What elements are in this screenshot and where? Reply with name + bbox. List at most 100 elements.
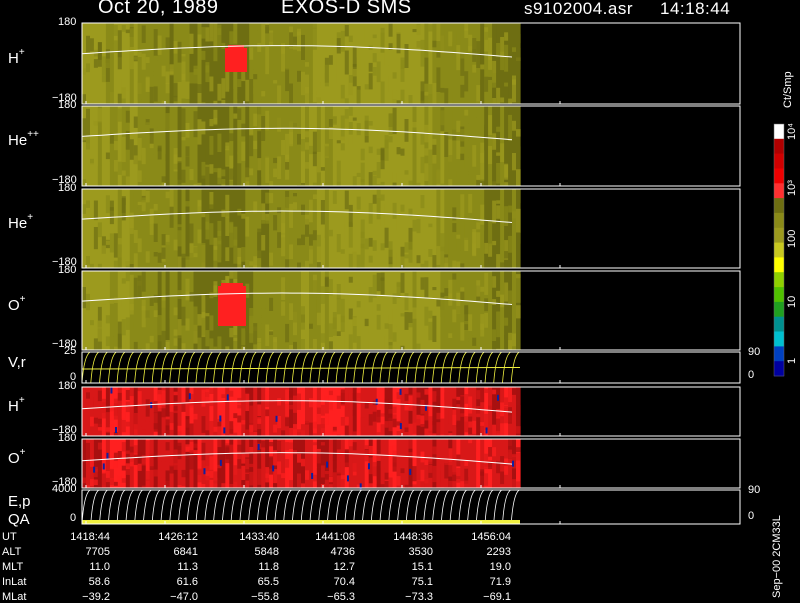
spectrogram-patch: [241, 228, 246, 248]
spectrogram-patch: [170, 207, 175, 228]
spectrogram-patch: [405, 242, 410, 252]
spectrogram-patch: [166, 442, 171, 450]
spectrogram-patch: [301, 72, 306, 95]
spectrogram-patch: [405, 428, 410, 433]
spectrogram-patch: [413, 257, 418, 263]
spectrogram-patch: [182, 457, 187, 462]
spectrogram-patch: [341, 31, 346, 52]
spectrogram-patch: [261, 91, 266, 96]
spectrogram-patch: [428, 416, 433, 432]
spectrogram-patch: [281, 302, 286, 316]
y-top-label: 180: [58, 99, 76, 111]
spectrogram-patch: [472, 412, 477, 417]
spectrogram-patch: [317, 152, 322, 173]
spectrogram-patch: [329, 323, 334, 337]
spectrogram-patch: [138, 406, 143, 410]
spectrogram-patch: [146, 122, 151, 149]
spectrogram-patch: [130, 139, 135, 160]
spectrogram-patch: [452, 261, 457, 268]
spectrogram-patch: [94, 480, 99, 486]
spectrogram-patch: [174, 225, 179, 235]
spectrogram-patch: [182, 108, 187, 130]
spectrogram-patch: [209, 456, 214, 470]
spectrogram-patch: [190, 405, 195, 420]
ephemeris-row-label: InLat: [2, 576, 26, 588]
spectrogram-patch: [349, 205, 354, 227]
spectrogram-patch: [361, 396, 366, 402]
spectrogram-patch: [277, 85, 282, 104]
spectrogram-patch: [297, 216, 302, 231]
spectrogram-patch: [488, 343, 493, 350]
spectrogram-patch: [496, 88, 501, 104]
spectrogram-column: [186, 106, 191, 186]
right-bottom-label: 0: [748, 369, 754, 381]
spectrogram-patch: [337, 38, 342, 53]
panel-label-text: He: [8, 215, 27, 232]
spectrogram-patch: [365, 116, 370, 136]
spectrogram-patch: [413, 466, 418, 481]
spectrogram-patch: [345, 449, 350, 462]
spectrogram-patch: [361, 149, 366, 161]
spectrogram-patch: [285, 402, 290, 417]
spectrogram-patch: [432, 466, 437, 482]
spectrogram-patch: [198, 423, 203, 430]
spectrogram-column: [138, 439, 143, 488]
panel-5-image: [82, 387, 521, 436]
spectrogram-patch: [444, 257, 449, 268]
panel-label-text: V,r: [8, 354, 26, 371]
spectrogram-patch: [190, 292, 195, 302]
spectrogram-patch: [281, 329, 286, 350]
spectrogram-patch: [313, 194, 318, 199]
spectrogram-patch: [512, 80, 517, 103]
colorbar-segment: [774, 169, 784, 184]
spectrogram-patch: [205, 214, 210, 240]
spectrogram-patch: [436, 300, 441, 307]
spectrogram-patch: [285, 324, 290, 342]
spectrogram-patch: [174, 406, 179, 411]
spectrogram-patch: [472, 338, 477, 346]
spectrogram-patch: [369, 172, 374, 186]
spectrogram-patch: [118, 322, 123, 348]
spectrogram-patch: [237, 257, 242, 268]
spectrogram-patch: [500, 472, 505, 485]
spectrogram-patch: [500, 295, 505, 308]
spectrogram-patch: [162, 301, 167, 319]
spectrogram-patch: [468, 174, 473, 186]
spectrogram-patch: [305, 392, 310, 400]
spectrogram-patch: [118, 476, 123, 482]
spectrogram-patch: [468, 342, 473, 350]
spectrogram-patch: [253, 402, 258, 406]
spectrogram-patch: [512, 454, 517, 457]
spectrogram-patch: [424, 148, 429, 155]
spectrogram-patch: [273, 80, 278, 83]
spectrogram-patch: [209, 136, 214, 155]
spectrogram-patch: [150, 336, 155, 343]
spectrogram-patch: [110, 233, 115, 252]
speck: [203, 468, 205, 474]
spectrogram-patch: [460, 263, 465, 268]
spectrogram-patch: [82, 230, 87, 241]
spectrogram-patch: [82, 444, 87, 453]
spectrogram-patch: [198, 230, 203, 244]
spectrogram-patch: [213, 48, 218, 62]
spectrogram-patch: [249, 472, 254, 486]
spectrogram-column: [281, 387, 286, 436]
spectrogram-patch: [205, 330, 210, 346]
spectrogram-patch: [504, 459, 509, 463]
spectrogram-patch: [448, 481, 453, 488]
spectrogram-patch: [432, 83, 437, 104]
spectrogram-patch: [301, 339, 306, 350]
spectrogram-patch: [241, 177, 246, 181]
spectrogram-patch: [241, 214, 246, 219]
spectrogram-patch: [86, 443, 91, 461]
spectrogram-patch: [456, 422, 461, 427]
spectrogram-patch: [512, 389, 517, 395]
spectrogram-patch: [154, 29, 159, 56]
spectrogram-patch: [492, 484, 497, 488]
spectrogram-patch: [86, 334, 91, 351]
spectrogram-patch: [126, 272, 131, 281]
spectrogram-column: [472, 23, 477, 104]
spectrogram-patch: [285, 259, 290, 268]
spectrogram-patch: [413, 29, 418, 32]
spectrogram-patch: [413, 263, 418, 269]
